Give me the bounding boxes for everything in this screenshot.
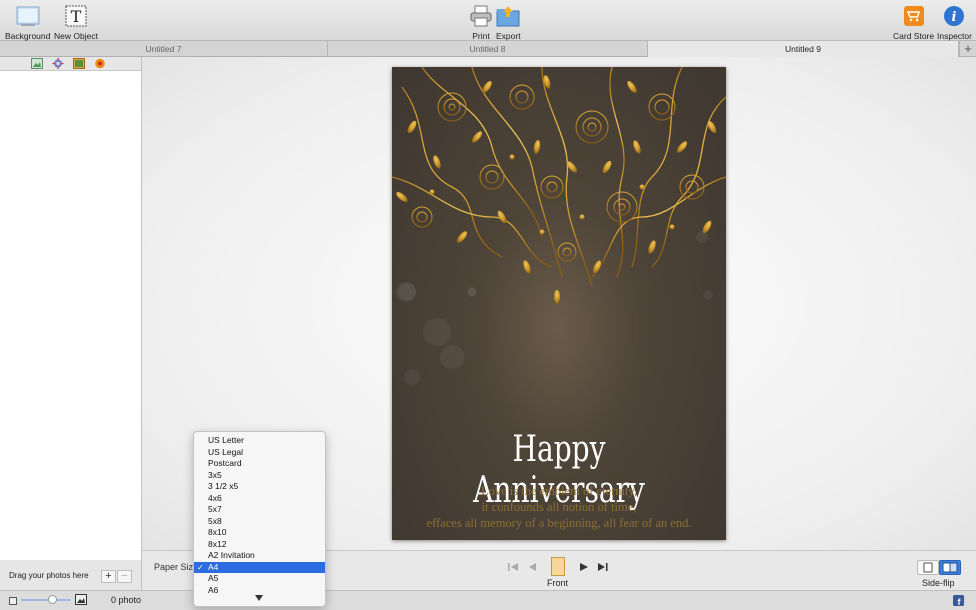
image-icon[interactable] — [31, 58, 43, 69]
previous-page-icon[interactable] — [526, 561, 538, 573]
add-tab-button[interactable]: + — [959, 41, 976, 57]
side-flip-button[interactable] — [939, 560, 961, 575]
text-object-icon: T — [64, 4, 88, 28]
background-icon — [16, 4, 40, 28]
new-object-label: New Object — [54, 31, 98, 41]
scroll-down-arrow-icon[interactable] — [255, 594, 263, 603]
tab-untitled-9[interactable]: Untitled 9 — [648, 41, 959, 57]
menu-item-5x8[interactable]: 5x8 — [194, 516, 325, 528]
paper-size-label: Paper Size — [154, 562, 199, 572]
menu-item-3x5[interactable]: 3x5 — [194, 470, 325, 482]
drag-photos-text: Drag your photos here — [9, 571, 89, 580]
large-thumbnail-icon — [75, 594, 87, 608]
menu-item-a4-selected[interactable]: ✓ A4 — [194, 561, 325, 573]
inspector-button[interactable]: i Inspector — [937, 4, 972, 41]
status-bar: 0 photo f — [0, 590, 976, 610]
tab-untitled-8[interactable]: Untitled 8 — [328, 41, 648, 57]
printer-icon — [470, 4, 492, 28]
menu-item-8x10[interactable]: 8x10 — [194, 527, 325, 539]
print-button[interactable]: Print — [470, 4, 492, 41]
add-photo-button[interactable]: + — [101, 570, 116, 583]
thumbnail-size-slider[interactable] — [21, 599, 71, 601]
svg-text:i: i — [952, 10, 957, 25]
menu-item-postcard[interactable]: Postcard — [194, 458, 325, 470]
verse-line-1[interactable]: Love is the emblem of eternity, — [392, 484, 726, 499]
export-button[interactable]: Export — [496, 4, 521, 41]
paper-size-menu: US Letter US Legal Postcard 3x5 3 1/2 x5… — [193, 431, 326, 607]
menu-item-8x12[interactable]: 8x12 — [194, 539, 325, 551]
photo-list[interactable] — [0, 71, 141, 560]
card-store-button[interactable]: Card Store — [893, 4, 934, 41]
photo-count: 0 photo — [111, 595, 142, 605]
toolbar: Background T New Object Print Export Car… — [0, 0, 976, 41]
export-label: Export — [496, 31, 521, 41]
verse-line-2[interactable]: it confounds all notion of time, — [392, 500, 726, 515]
menu-item-5x7[interactable]: 5x7 — [194, 504, 325, 516]
next-page-icon[interactable] — [578, 561, 590, 573]
photo-sidebar: Drag your photos here + − — [0, 57, 142, 590]
verse-line-3[interactable]: effaces all memory of a beginning, all f… — [392, 516, 726, 531]
small-thumbnail-icon — [9, 596, 17, 608]
export-icon — [496, 4, 520, 28]
last-page-icon[interactable] — [597, 561, 609, 573]
background-button[interactable]: Background — [5, 4, 50, 41]
menu-item-a2-invitation[interactable]: A2 Invitation — [194, 550, 325, 562]
svg-text:T: T — [71, 7, 82, 26]
tab-untitled-7[interactable]: Untitled 7 — [0, 41, 328, 57]
card-store-label: Card Store — [893, 31, 935, 41]
drag-photos-area: Drag your photos here + − — [0, 560, 141, 590]
menu-item-4x6[interactable]: 4x6 — [194, 493, 325, 505]
front-page-thumbnail[interactable] — [551, 557, 565, 576]
card-front[interactable]: Happy Anniversary Love is the emblem of … — [392, 67, 726, 540]
background-label: Background — [5, 31, 51, 41]
sidebar-toolbar — [0, 57, 141, 71]
slider-knob[interactable] — [48, 595, 57, 604]
new-object-button[interactable]: T New Object — [54, 4, 98, 41]
menu-item-label: A4 — [208, 561, 219, 572]
gear-icon[interactable] — [52, 58, 64, 69]
picture-icon[interactable] — [73, 58, 85, 69]
menu-item-us-letter[interactable]: US Letter — [194, 435, 325, 447]
document-tabs: Untitled 7 Untitled 8 Untitled 9 + — [0, 41, 976, 57]
single-page-view-button[interactable] — [917, 560, 939, 575]
menu-item-3-1-2x5[interactable]: 3 1/2 x5 — [194, 481, 325, 493]
remove-photo-button[interactable]: − — [117, 570, 132, 583]
inspector-label: Inspector — [937, 31, 972, 41]
side-flip-label: Side-flip — [922, 578, 955, 588]
menu-item-a5[interactable]: A5 — [194, 573, 325, 585]
checkmark-icon: ✓ — [197, 562, 204, 572]
facebook-icon[interactable]: f — [953, 595, 964, 609]
flower-icon[interactable] — [94, 58, 106, 69]
menu-item-us-legal[interactable]: US Legal — [194, 447, 325, 459]
first-page-icon[interactable] — [507, 561, 519, 573]
cart-icon — [903, 4, 925, 28]
info-icon: i — [943, 4, 965, 28]
page-label: Front — [547, 578, 569, 588]
print-label: Print — [472, 31, 490, 41]
